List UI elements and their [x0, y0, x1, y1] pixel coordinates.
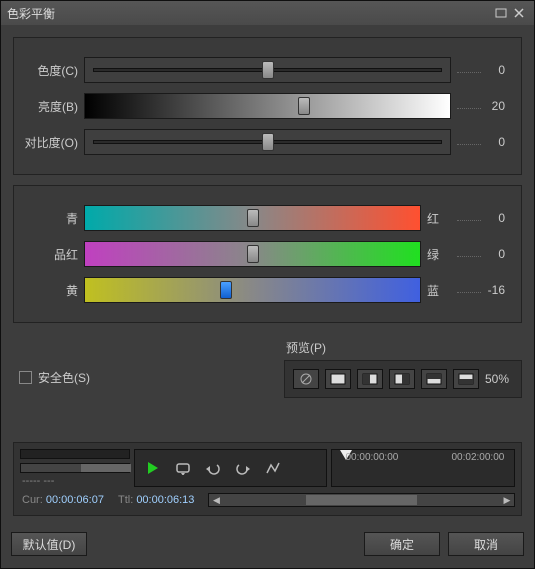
magenta-green-slider[interactable]: [84, 241, 421, 267]
yellow-blue-slider[interactable]: [84, 277, 421, 303]
timeline-panel: ----- --- 00:00:00:00 00:02:00:00: [13, 442, 522, 516]
preview-mode-left-button[interactable]: [357, 369, 383, 389]
track-dashes: ----- ---: [20, 475, 130, 487]
tone-panel: 色度(C) 0 亮度(B) 20 对比度(O) 0: [13, 37, 522, 175]
close-icon[interactable]: [510, 6, 528, 20]
preview-mode-bottom-button[interactable]: [453, 369, 479, 389]
contrast-slider[interactable]: [84, 129, 451, 155]
graph-button[interactable]: [259, 456, 287, 480]
timeline-scrollbar[interactable]: ◀ ▶: [208, 493, 515, 507]
loop-button[interactable]: [169, 456, 197, 480]
safe-color-checkbox[interactable]: [19, 371, 32, 384]
ruler-tick-0: 00:00:00:00: [346, 452, 399, 463]
hue-slider[interactable]: [84, 57, 451, 83]
preview-mode-right-button[interactable]: [389, 369, 415, 389]
yellow-label: 黄: [24, 282, 84, 299]
red-label: 红: [421, 210, 451, 227]
cancel-button[interactable]: 取消: [448, 532, 524, 556]
safe-color-label: 安全色(S): [38, 369, 90, 386]
track-slot: [20, 449, 130, 459]
ttl-time: 00:00:06:13: [136, 494, 194, 506]
contrast-value: 0: [451, 135, 511, 149]
timeline-ruler[interactable]: 00:00:00:00 00:02:00:00: [331, 449, 516, 487]
ttl-label: Ttl:: [118, 494, 133, 506]
preview-title: 预览(P): [284, 339, 522, 356]
cur-time: 00:00:06:07: [46, 494, 104, 506]
defaults-button[interactable]: 默认值(D): [11, 532, 87, 556]
magenta-green-value: 0: [451, 247, 511, 261]
scroll-left-icon[interactable]: ◀: [209, 494, 223, 506]
redo-button[interactable]: [229, 456, 257, 480]
brightness-value: 20: [451, 99, 511, 113]
undo-button[interactable]: [199, 456, 227, 480]
green-label: 绿: [421, 246, 451, 263]
preview-mode-top-button[interactable]: [421, 369, 447, 389]
contrast-label: 对比度(O): [24, 134, 84, 151]
color-balance-dialog: 色彩平衡 色度(C) 0 亮度(B) 20: [0, 0, 535, 569]
mini-scrollbar[interactable]: [20, 463, 130, 473]
cyan-label: 青: [24, 210, 84, 227]
preview-percent: 50%: [485, 372, 513, 386]
hue-label: 色度(C): [24, 62, 84, 79]
scroll-right-icon[interactable]: ▶: [500, 494, 514, 506]
safe-color-option[interactable]: 安全色(S): [13, 339, 90, 386]
yellow-blue-value: -16: [451, 283, 511, 297]
ruler-tick-1: 00:02:00:00: [452, 452, 505, 463]
titlebar[interactable]: 色彩平衡: [1, 1, 534, 25]
color-panel: 青 红 0 品红 绿 0 黄 蓝 -16: [13, 185, 522, 323]
preview-box: 50%: [284, 360, 522, 398]
hue-value: 0: [451, 63, 511, 77]
preview-mode-full-button[interactable]: [325, 369, 351, 389]
brightness-label: 亮度(B): [24, 98, 84, 115]
brightness-slider[interactable]: [84, 93, 451, 119]
magenta-label: 品红: [24, 246, 84, 263]
cyan-red-value: 0: [451, 211, 511, 225]
cur-label: Cur:: [22, 494, 43, 506]
play-button[interactable]: [139, 456, 167, 480]
maximize-icon[interactable]: [492, 6, 510, 20]
preview-disable-button[interactable]: [293, 369, 319, 389]
window-title: 色彩平衡: [7, 5, 55, 22]
cyan-red-slider[interactable]: [84, 205, 421, 231]
blue-label: 蓝: [421, 282, 451, 299]
ok-button[interactable]: 确定: [364, 532, 440, 556]
